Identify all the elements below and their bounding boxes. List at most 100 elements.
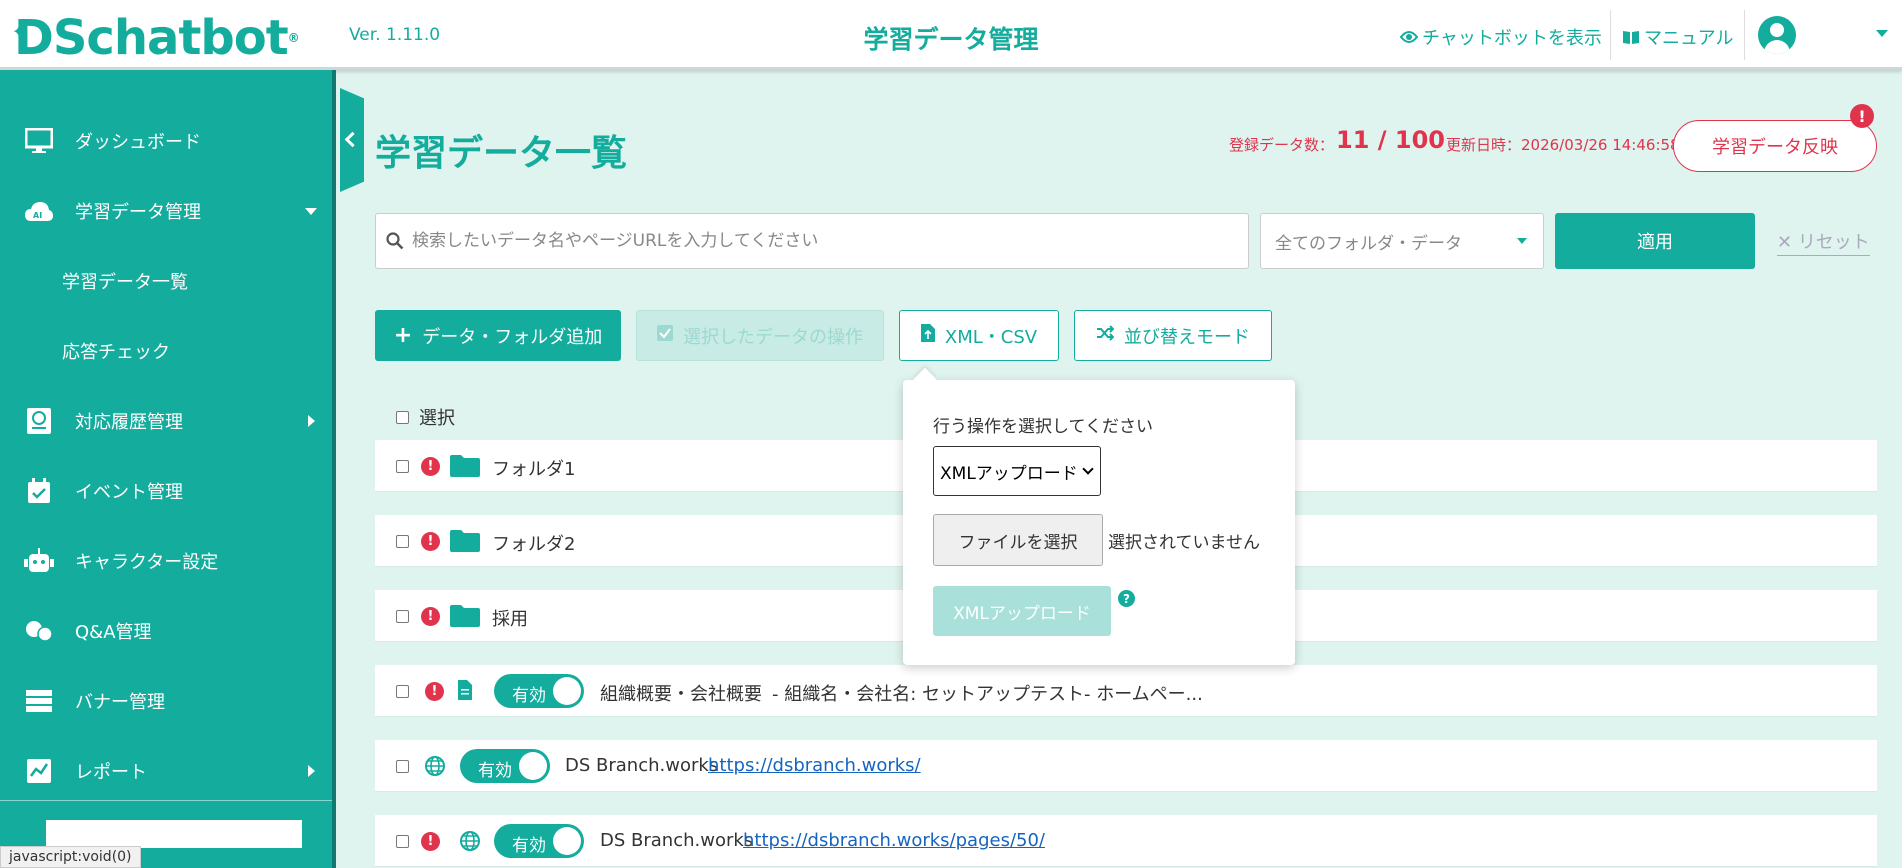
row-checkbox[interactable] <box>396 610 409 623</box>
table-row[interactable]: ! 有効 組織概要・会社概要 - 組織名・会社名: セットアップテスト- ホーム… <box>375 665 1877 717</box>
reflect-learning-data-button[interactable]: 学習データ反映 <box>1673 120 1877 172</box>
user-avatar[interactable] <box>1758 16 1796 54</box>
folder-icon <box>450 455 480 477</box>
row-name: DS Branch.works <box>600 830 754 851</box>
chevron-down-icon[interactable] <box>1876 30 1888 37</box>
row-name: フォルダ1 <box>492 459 576 480</box>
row-url-link[interactable]: https://dsbranch.works/ <box>708 755 921 776</box>
close-icon: ✕ <box>1777 232 1798 253</box>
sidebar-item-history[interactable]: 対応履歴管理 <box>0 396 332 446</box>
banner-icon <box>24 686 54 716</box>
sidebar-item-banner[interactable]: バナー管理 <box>0 676 332 726</box>
warning-icon: ! <box>421 457 440 476</box>
row-name: 組織概要・会社概要 <box>600 684 762 705</box>
globe-icon <box>425 756 445 776</box>
warning-icon: ! <box>421 607 440 626</box>
apply-button[interactable]: 適用 <box>1555 213 1755 269</box>
row-checkbox[interactable] <box>396 835 409 848</box>
sidebar-item-learning-data-list[interactable]: 学習データ一覧 <box>0 256 332 306</box>
registered-icon: ® <box>287 31 300 45</box>
sidebar-item-character[interactable]: キャラクター設定 <box>0 536 332 586</box>
svg-text:AI: AI <box>33 211 42 220</box>
reset-link[interactable]: ✕ リセット <box>1777 228 1870 256</box>
header-divider <box>1610 10 1611 60</box>
help-icon[interactable]: ? <box>1118 590 1135 607</box>
chevron-down-icon <box>305 207 317 215</box>
search-input[interactable] <box>412 231 1232 251</box>
row-name: 採用 <box>492 609 528 630</box>
document-icon <box>458 680 472 700</box>
sidebar-item-learning-data[interactable]: AI 学習データ管理 <box>0 186 332 236</box>
file-status: 選択されていません <box>1108 533 1260 553</box>
folder-icon <box>450 530 480 552</box>
show-chatbot-link[interactable]: チャットボットを表示 <box>1400 24 1602 50</box>
updated-datetime: 更新日時：2026/03/26 14:46:58 <box>1446 136 1680 154</box>
data-count-value: 11 / 100 <box>1336 126 1445 154</box>
select-all[interactable]: 選択 <box>396 404 455 430</box>
table-row[interactable]: ! 有効 DS Branch.works https://dsbranch.wo… <box>375 815 1877 867</box>
select-all-checkbox[interactable] <box>396 410 409 424</box>
header-divider <box>1744 10 1745 60</box>
sidebar: ダッシュボード AI 学習データ管理 学習データ一覧 応答チェック 対応履歴管理… <box>0 70 336 868</box>
folder-filter-select[interactable]: 全てのフォルダ・データ <box>1260 213 1544 269</box>
xml-upload-button[interactable]: XMLアップロード <box>933 586 1111 636</box>
manual-link[interactable]: マニュアル <box>1622 24 1733 50</box>
row-name: DS Branch.works <box>565 755 719 776</box>
history-icon <box>24 406 54 436</box>
row-checkbox[interactable] <box>396 760 409 773</box>
sidebar-footer-box <box>46 820 302 848</box>
chevron-right-icon <box>308 415 315 427</box>
sidebar-item-dashboard[interactable]: ダッシュボード <box>0 116 332 166</box>
xml-csv-button[interactable]: XML・CSV <box>899 310 1059 361</box>
row-checkbox[interactable] <box>396 460 409 473</box>
page-title: 学習データ一覧 <box>375 133 628 174</box>
row-description: - 組織名・会社名: セットアップテスト- ホームペー... <box>772 684 1203 705</box>
sidebar-item-report[interactable]: レポート <box>0 746 332 796</box>
eye-icon <box>1400 31 1418 43</box>
sidebar-collapse-toggle[interactable] <box>340 88 364 192</box>
operation-select[interactable]: XMLアップロード <box>933 446 1101 496</box>
row-url-link[interactable]: https://dsbranch.works/pages/50/ <box>743 830 1045 851</box>
folder-icon <box>450 605 480 627</box>
row-checkbox[interactable] <box>396 685 409 698</box>
search-box <box>375 213 1249 269</box>
sort-mode-button[interactable]: 並び替えモード <box>1074 310 1272 361</box>
search-icon <box>386 232 404 250</box>
selected-data-operations-button[interactable]: 選択したデータの操作 <box>636 310 884 361</box>
show-chatbot-label: チャットボットを表示 <box>1422 28 1602 49</box>
dschatbot-logo[interactable]: ✦ DSchatbot® <box>12 10 300 66</box>
row-checkbox[interactable] <box>396 535 409 548</box>
warning-icon: ! <box>425 682 444 701</box>
ai-cloud-icon: AI <box>24 196 54 226</box>
xml-csv-popover: 行う操作を選択してください XMLアップロード ファイルを選択 選択されていませ… <box>903 380 1295 665</box>
globe-icon <box>460 831 480 851</box>
checkbox-icon <box>657 325 673 346</box>
warning-icon: ! <box>421 532 440 551</box>
enabled-toggle[interactable]: 有効 <box>460 749 550 783</box>
sidebar-item-qa[interactable]: Q&A管理 <box>0 606 332 656</box>
chevron-down-icon <box>1517 238 1527 244</box>
calendar-icon <box>24 476 54 506</box>
shuffle-icon <box>1096 325 1115 346</box>
enabled-toggle[interactable]: 有効 <box>494 824 584 858</box>
data-count-label: 登録データ数： <box>1229 136 1335 154</box>
alert-badge: ! <box>1850 104 1874 128</box>
add-data-folder-button[interactable]: + データ・フォルダ追加 <box>375 310 621 361</box>
chart-icon <box>24 756 54 786</box>
chevron-right-icon <box>308 765 315 777</box>
sidebar-item-response-check[interactable]: 応答チェック <box>0 326 332 376</box>
choose-file-button[interactable]: ファイルを選択 <box>933 514 1103 566</box>
logo-chatbot: chatbot <box>86 10 288 66</box>
operation-prompt: 行う操作を選択してください <box>933 417 1153 437</box>
warning-icon: ! <box>421 832 440 851</box>
header-title: 学習データ管理 <box>863 25 1039 54</box>
enabled-toggle[interactable]: 有効 <box>494 674 584 708</box>
browser-status-bar: javascript:void(0) <box>0 846 141 868</box>
monitor-icon <box>24 126 54 156</box>
qa-icon <box>24 616 54 646</box>
sidebar-item-events[interactable]: イベント管理 <box>0 466 332 516</box>
robot-icon <box>24 546 54 576</box>
table-row[interactable]: 有効 DS Branch.works https://dsbranch.work… <box>375 740 1877 792</box>
file-upload-icon <box>920 324 935 347</box>
book-icon <box>1623 31 1639 44</box>
